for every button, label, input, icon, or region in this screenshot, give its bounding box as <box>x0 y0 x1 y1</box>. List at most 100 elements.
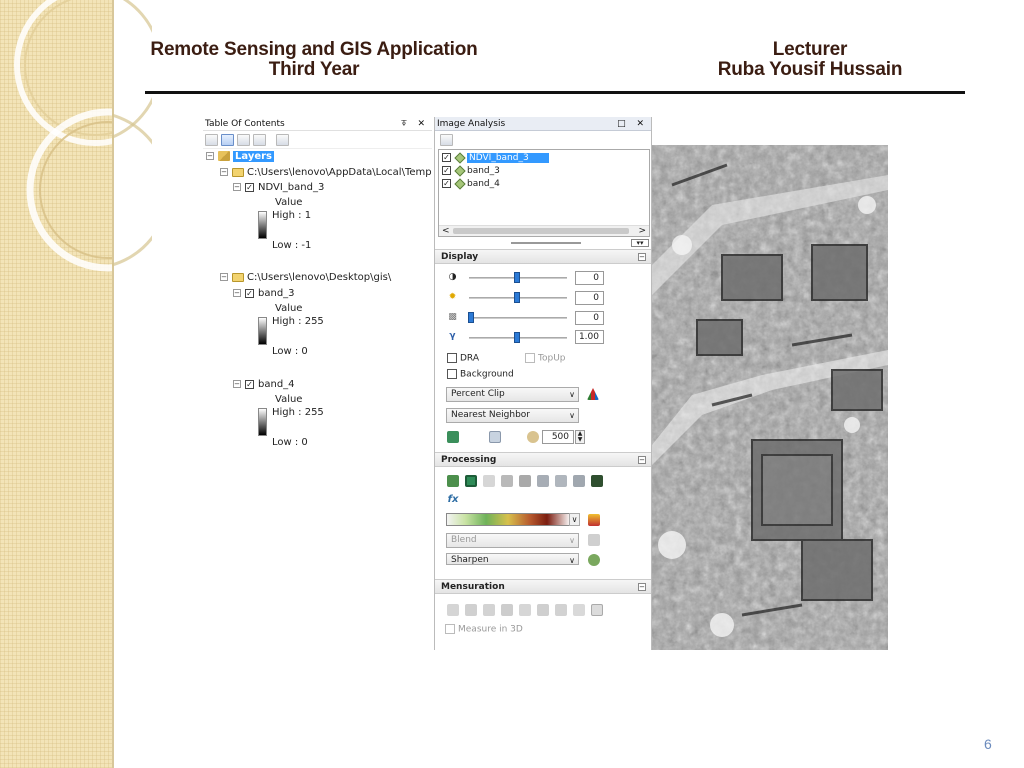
collapse-icon[interactable]: − <box>206 152 214 160</box>
scroll-thumb[interactable] <box>453 228 629 234</box>
contrast-value[interactable]: 0 <box>575 271 604 285</box>
contrast-slider-thumb[interactable] <box>514 272 520 283</box>
ia-title-buttons[interactable]: □ ✕ <box>617 117 648 131</box>
layers-icon <box>218 151 230 161</box>
layers-root-label[interactable]: Layers <box>233 151 274 162</box>
layer-checkbox[interactable]: ✓ <box>442 153 451 162</box>
ia-list-scrollbar[interactable]: < > <box>439 225 649 236</box>
ia-layer-item[interactable]: ✓ band_3 <box>442 164 500 177</box>
collapse-section-icon[interactable]: − <box>638 456 646 464</box>
measure-area-icon[interactable] <box>555 604 567 616</box>
sharpen-dropdown[interactable]: Sharpen ∨ <box>446 553 579 565</box>
transparency-slider-track[interactable] <box>469 317 567 319</box>
checkbox-box[interactable] <box>525 353 535 363</box>
resampling-dropdown[interactable]: Nearest Neighbor ∨ <box>446 408 579 423</box>
checkbox-box[interactable] <box>445 624 455 634</box>
tree-layer-band4[interactable]: − ✓ band_4 <box>233 378 295 391</box>
transparency-value[interactable]: 0 <box>575 311 604 325</box>
composite-bands-icon[interactable] <box>483 475 495 487</box>
toc-title-buttons[interactable]: ⍕ ✕ <box>401 117 429 131</box>
measure-distance-icon[interactable] <box>519 604 531 616</box>
gamma-value[interactable]: 1.00 <box>575 330 604 344</box>
measure-3d-checkbox[interactable]: Measure in 3D <box>445 624 523 636</box>
topup-checkbox[interactable]: TopUp <box>525 353 566 365</box>
layer-visibility-checkbox[interactable]: ✓ <box>245 288 254 298</box>
layer-name: band_3 <box>258 288 295 299</box>
toc-options-icon[interactable] <box>276 133 289 146</box>
layer-checkbox[interactable]: ✓ <box>442 166 451 175</box>
stretch-dropdown[interactable]: Percent Clip ∨ <box>446 387 579 402</box>
measure-results-icon[interactable] <box>591 604 603 616</box>
swipe-icon[interactable] <box>447 431 459 443</box>
layer-visibility-checkbox[interactable]: ✓ <box>245 182 254 192</box>
differencing-icon[interactable] <box>573 475 585 487</box>
mosaic-icon[interactable] <box>501 475 513 487</box>
folder-icon <box>232 167 244 177</box>
collapse-icon[interactable]: − <box>233 289 241 297</box>
measure-base-shadow-icon[interactable] <box>483 604 495 616</box>
measure-point-icon[interactable] <box>573 604 585 616</box>
collapse-icon[interactable]: − <box>233 380 241 388</box>
ia-layer-item[interactable]: ✓ NDVI_band_3 <box>442 151 648 164</box>
splitter-grip[interactable] <box>511 242 581 244</box>
pixel-inspect-icon[interactable] <box>489 431 501 443</box>
zoom-resolution-icon[interactable] <box>527 431 539 443</box>
zoom-spinner[interactable]: ▲ ▼ <box>575 430 585 444</box>
export-icon[interactable] <box>591 475 603 487</box>
collapse-section-icon[interactable]: − <box>638 583 646 591</box>
collapse-section-icon[interactable]: − <box>638 253 646 261</box>
checkbox-box[interactable] <box>447 369 457 379</box>
contrast-icon: ◑ <box>448 272 457 282</box>
scroll-right-icon[interactable]: > <box>638 226 646 236</box>
function-icon[interactable]: fx <box>447 494 459 506</box>
list-by-selection-icon[interactable] <box>253 133 266 146</box>
ndvi-icon[interactable] <box>519 475 531 487</box>
collapse-icon[interactable]: − <box>220 168 228 176</box>
orthorectify-icon[interactable] <box>537 475 549 487</box>
raster-map-view[interactable] <box>652 145 888 650</box>
layer-visibility-checkbox[interactable]: ✓ <box>245 379 254 389</box>
measure-base-top-icon[interactable] <box>465 604 477 616</box>
chevron-down-icon[interactable]: ∨ <box>569 513 580 526</box>
collapse-icon[interactable]: − <box>220 273 228 281</box>
transparency-slider-thumb[interactable] <box>468 312 474 323</box>
measure-height-icon[interactable] <box>447 604 459 616</box>
processing-section-header[interactable]: Processing − <box>435 452 651 467</box>
tree-layer-band3[interactable]: − ✓ band_3 <box>233 287 295 300</box>
brightness-value[interactable]: 0 <box>575 291 604 305</box>
clip-icon[interactable] <box>447 475 459 487</box>
checkbox-box[interactable] <box>447 353 457 363</box>
dra-checkbox[interactable]: DRA <box>447 353 479 365</box>
list-by-source-icon[interactable] <box>221 133 234 146</box>
mask-icon[interactable] <box>465 475 477 487</box>
zoom-value[interactable]: 500 <box>542 430 574 444</box>
apply-color-ramp-icon[interactable] <box>588 514 600 526</box>
collapse-icon[interactable]: − <box>233 183 241 191</box>
tree-layer-ndvi[interactable]: − ✓ NDVI_band_3 <box>233 181 324 194</box>
color-ramp-dropdown[interactable] <box>446 513 570 526</box>
sharpen-apply-icon[interactable] <box>588 554 600 566</box>
splitter-menu-icon[interactable]: ▾▾ <box>631 239 649 247</box>
ia-title: Image Analysis <box>437 119 506 129</box>
measure-angle-icon[interactable] <box>537 604 549 616</box>
blend-dropdown[interactable]: Blend ∨ <box>446 533 579 548</box>
scroll-left-icon[interactable]: < <box>442 226 450 236</box>
histogram-icon[interactable] <box>587 388 599 400</box>
list-by-visibility-icon[interactable] <box>237 133 250 146</box>
display-section-header[interactable]: Display − <box>435 249 651 264</box>
background-checkbox[interactable]: Background <box>447 369 514 381</box>
toc-title: Table Of Contents <box>205 119 285 129</box>
tree-group-gis[interactable]: − C:\Users\lenovo\Desktop\gis\ <box>220 271 391 284</box>
pansharpen-icon[interactable] <box>555 475 567 487</box>
brightness-slider-thumb[interactable] <box>514 292 520 303</box>
gamma-slider-thumb[interactable] <box>514 332 520 343</box>
ia-layer-item[interactable]: ✓ band_4 <box>442 177 500 190</box>
list-by-drawing-order-icon[interactable] <box>205 133 218 146</box>
blend-apply-icon[interactable] <box>588 534 600 546</box>
ia-options-icon[interactable] <box>440 134 453 146</box>
mensuration-section-header[interactable]: Mensuration − <box>435 579 651 594</box>
layer-checkbox[interactable]: ✓ <box>442 179 451 188</box>
measure-top-shadow-icon[interactable] <box>501 604 513 616</box>
tree-layers-root[interactable]: − Layers <box>206 150 274 163</box>
tree-group-temp[interactable]: − C:\Users\lenovo\AppData\Local\Temp <box>220 166 432 179</box>
